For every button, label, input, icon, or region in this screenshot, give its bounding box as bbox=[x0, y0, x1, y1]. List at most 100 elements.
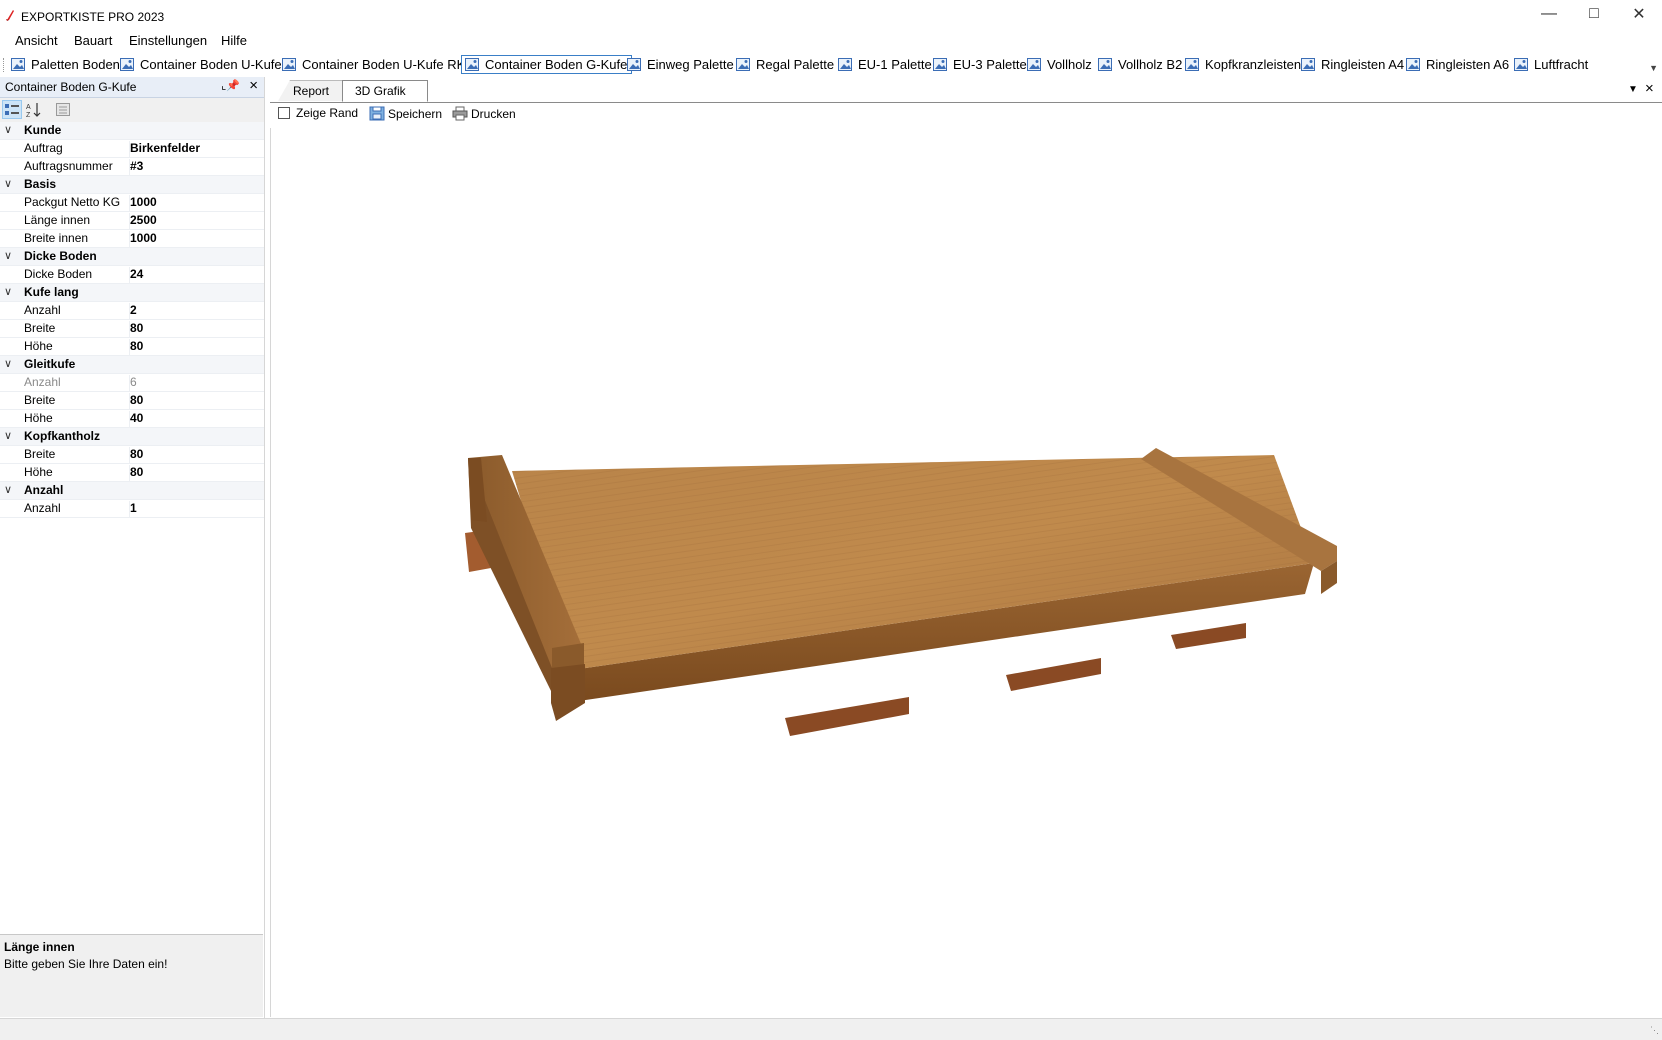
toolbar-button-9[interactable]: Vollholz bbox=[1024, 55, 1096, 74]
property-value[interactable]: 1 bbox=[129, 501, 137, 518]
property-value[interactable]: 1000 bbox=[129, 195, 157, 212]
toolbar-button-8[interactable]: EU-3 Palette bbox=[930, 55, 1031, 74]
tab-report[interactable]: Report bbox=[278, 80, 342, 101]
property-value[interactable]: 80 bbox=[129, 465, 143, 482]
toolbar-button-13[interactable]: Ringleisten A6 bbox=[1403, 55, 1513, 74]
minimize-button[interactable]: — bbox=[1526, 0, 1572, 28]
property-row[interactable]: Länge innen 2500 bbox=[0, 212, 264, 230]
property-value[interactable]: 80 bbox=[129, 321, 143, 338]
property-grid-toolbar: AZ bbox=[0, 98, 264, 122]
property-name: Auftrag bbox=[24, 141, 63, 155]
property-row[interactable]: Dicke Boden 24 bbox=[0, 266, 264, 284]
property-row[interactable]: Auftrag Birkenfelder bbox=[0, 140, 264, 158]
toolbar-button-5[interactable]: Einweg Palette bbox=[624, 55, 738, 74]
property-value[interactable]: 2 bbox=[129, 303, 137, 320]
property-category[interactable]: ∨ Kopfkantholz bbox=[0, 428, 264, 446]
toolbar-grip[interactable] bbox=[3, 58, 6, 72]
chevron-down-icon[interactable]: ∨ bbox=[4, 429, 12, 442]
property-row[interactable]: Packgut Netto KG 1000 bbox=[0, 194, 264, 212]
property-category[interactable]: ∨ Dicke Boden bbox=[0, 248, 264, 266]
pin-icon[interactable]: ⌞📌 bbox=[221, 79, 240, 92]
tab-3d-grafik[interactable]: 3D Grafik bbox=[342, 80, 428, 102]
pallet-image-icon bbox=[627, 58, 641, 71]
property-pages-button[interactable] bbox=[53, 100, 73, 119]
property-name: Breite bbox=[24, 393, 56, 407]
chevron-down-icon[interactable]: ∨ bbox=[4, 123, 12, 136]
show-edge-checkbox[interactable]: Zeige Rand bbox=[278, 106, 358, 120]
chevron-down-icon[interactable]: ∨ bbox=[4, 357, 12, 370]
category-label: Anzahl bbox=[24, 483, 64, 497]
print-button[interactable]: Drucken bbox=[452, 106, 516, 121]
close-window-button[interactable]: ✕ bbox=[1616, 0, 1662, 28]
property-help-box: Länge innen Bitte geben Sie Ihre Daten e… bbox=[0, 934, 263, 1017]
toolbar-overflow-icon[interactable]: ▼ bbox=[1649, 63, 1658, 73]
toolbar-button-11[interactable]: Kopfkranzleisten bbox=[1182, 55, 1305, 74]
chevron-down-icon[interactable]: ∨ bbox=[4, 483, 12, 496]
resize-grip-icon[interactable]: ⋱ bbox=[1650, 1025, 1659, 1036]
chevron-down-icon[interactable]: ∨ bbox=[4, 285, 12, 298]
property-value[interactable]: #3 bbox=[129, 159, 143, 176]
toolbar-button-10[interactable]: Vollholz B2 bbox=[1095, 55, 1186, 74]
toolbar-button-6[interactable]: Regal Palette bbox=[733, 55, 838, 74]
property-value[interactable]: 1000 bbox=[129, 231, 157, 248]
save-label: Speichern bbox=[388, 106, 443, 121]
menu-hilfe[interactable]: Hilfe bbox=[221, 33, 247, 48]
property-row[interactable]: Breite 80 bbox=[0, 320, 264, 338]
property-row[interactable]: Höhe 80 bbox=[0, 464, 264, 482]
toolbar-button-3[interactable]: Container Boden U-Kufe RK bbox=[279, 55, 469, 74]
property-row[interactable]: Breite innen 1000 bbox=[0, 230, 264, 248]
property-value[interactable]: 24 bbox=[129, 267, 143, 284]
property-row: Anzahl 6 bbox=[0, 374, 264, 392]
property-panel: Container Boden G-Kufe ⌞📌 × AZ ∨ Kunde Auf… bbox=[0, 77, 265, 1018]
property-category[interactable]: ∨ Basis bbox=[0, 176, 264, 194]
property-row[interactable]: Höhe 40 bbox=[0, 410, 264, 428]
property-row[interactable]: Anzahl 2 bbox=[0, 302, 264, 320]
view-toolbar: Zeige Rand Speichern Drucken bbox=[270, 103, 1662, 127]
property-row[interactable]: Anzahl 1 bbox=[0, 500, 264, 518]
3d-viewport[interactable] bbox=[270, 128, 1661, 1017]
property-row[interactable]: Breite 80 bbox=[0, 446, 264, 464]
save-button[interactable]: Speichern bbox=[369, 106, 442, 121]
property-row[interactable]: Breite 80 bbox=[0, 392, 264, 410]
property-name: Höhe bbox=[24, 465, 53, 479]
pallet-3d-render[interactable] bbox=[271, 128, 1661, 1017]
panel-header: Container Boden G-Kufe ⌞📌 × bbox=[0, 77, 264, 98]
toolbar-button-12[interactable]: Ringleisten A4 bbox=[1298, 55, 1408, 74]
checkbox-box[interactable] bbox=[278, 107, 290, 119]
property-value[interactable]: 80 bbox=[129, 447, 143, 464]
tab-close-icon[interactable]: × bbox=[1645, 80, 1654, 97]
toolbar-button-4[interactable]: Container Boden G-Kufe bbox=[461, 55, 633, 74]
property-category[interactable]: ∨ Kufe lang bbox=[0, 284, 264, 302]
construction-type-toolbar: Paletten Boden Container Boden U-Kufe Cont… bbox=[0, 53, 1662, 77]
property-category[interactable]: ∨ Gleitkufe bbox=[0, 356, 264, 374]
property-category[interactable]: ∨ Kunde bbox=[0, 122, 264, 140]
property-pages-icon bbox=[56, 103, 70, 116]
menu-bauart[interactable]: Bauart bbox=[74, 33, 112, 48]
property-value[interactable]: Birkenfelder bbox=[129, 141, 200, 158]
property-row[interactable]: Höhe 80 bbox=[0, 338, 264, 356]
chevron-down-icon[interactable]: ∨ bbox=[4, 177, 12, 190]
property-row[interactable]: Auftragsnummer #3 bbox=[0, 158, 264, 176]
menu-einstellungen[interactable]: Einstellungen bbox=[129, 33, 207, 48]
pallet-image-icon bbox=[1185, 58, 1199, 71]
sort-az-icon: AZ bbox=[26, 102, 41, 118]
panel-close-icon[interactable]: × bbox=[249, 77, 258, 94]
menu-ansicht[interactable]: Ansicht bbox=[15, 33, 58, 48]
property-value[interactable]: 40 bbox=[129, 411, 143, 428]
toolbar-button-1[interactable]: Paletten Boden bbox=[8, 55, 124, 74]
toolbar-button-7[interactable]: EU-1 Palette bbox=[835, 55, 936, 74]
toolbar-button-14[interactable]: Luftfracht bbox=[1511, 55, 1592, 74]
tab-dropdown-icon[interactable]: ▼ bbox=[1628, 84, 1638, 95]
property-value[interactable]: 80 bbox=[129, 339, 143, 356]
categorized-view-button[interactable] bbox=[2, 100, 22, 119]
toolbar-button-2[interactable]: Container Boden U-Kufe bbox=[117, 55, 286, 74]
property-category[interactable]: ∨ Anzahl bbox=[0, 482, 264, 500]
property-value[interactable]: 80 bbox=[129, 393, 143, 410]
chevron-down-icon[interactable]: ∨ bbox=[4, 249, 12, 262]
save-icon bbox=[369, 106, 385, 121]
property-value[interactable]: 2500 bbox=[129, 213, 157, 230]
pallet-image-icon bbox=[11, 58, 25, 71]
maximize-button[interactable]: □ bbox=[1571, 0, 1617, 28]
svg-text:A: A bbox=[26, 104, 31, 111]
alphabetical-sort-button[interactable]: AZ bbox=[24, 100, 44, 119]
